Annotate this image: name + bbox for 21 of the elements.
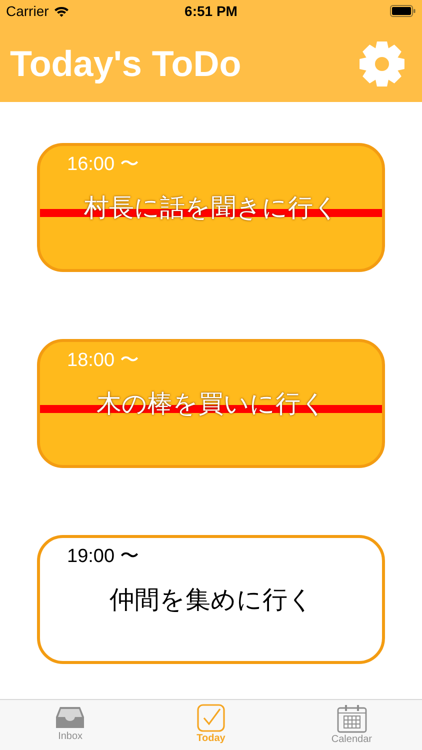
todo-title: 村長に話を聞きに行く	[84, 193, 339, 224]
status-time: 6:51 PM	[184, 3, 238, 19]
screen-title: Today's ToDo	[10, 43, 242, 85]
tab-item[interactable]: Calendar	[281, 700, 422, 750]
carrier-label: Carrier	[6, 3, 49, 19]
wifi-icon	[54, 6, 69, 16]
inbox-icon	[55, 704, 86, 730]
settings-icon[interactable]	[358, 40, 406, 88]
battery-icon	[390, 5, 416, 17]
todo-card[interactable]: 16:00 〜 村長に話を聞きに行く	[37, 143, 385, 272]
todo-card[interactable]: 18:00 〜 木の棒を買いに行く	[37, 339, 385, 468]
todo-title: 木の棒を買いに行く	[96, 389, 326, 420]
todo-title: 仲間を集めに行く	[110, 585, 314, 616]
todo-card[interactable]: 19:00 〜 仲間を集めに行く	[37, 535, 385, 664]
checkbox-icon	[197, 704, 225, 732]
tab-item[interactable]: Inbox	[0, 700, 141, 750]
todo-time: 16:00 〜	[67, 153, 139, 177]
tab-item[interactable]: Today	[140, 700, 282, 750]
todo-time: 18:00 〜	[67, 349, 139, 373]
calendar-icon	[336, 704, 367, 733]
todo-time: 19:00 〜	[67, 545, 139, 569]
